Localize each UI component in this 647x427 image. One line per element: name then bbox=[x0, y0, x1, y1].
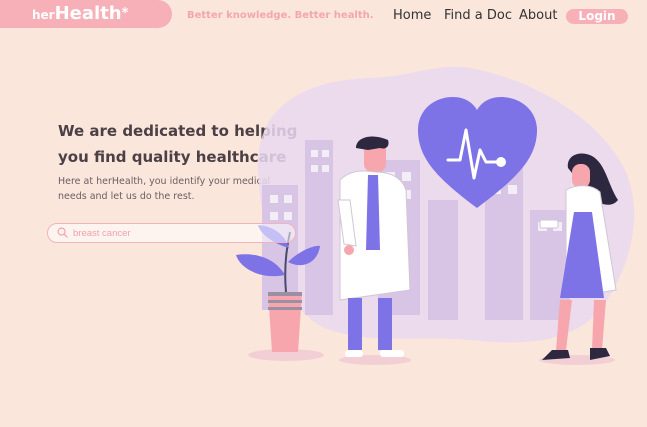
hero-illustration bbox=[236, 66, 635, 365]
search-icon[interactable] bbox=[57, 227, 68, 238]
search-bar[interactable] bbox=[47, 223, 296, 243]
search-input[interactable] bbox=[73, 224, 273, 242]
